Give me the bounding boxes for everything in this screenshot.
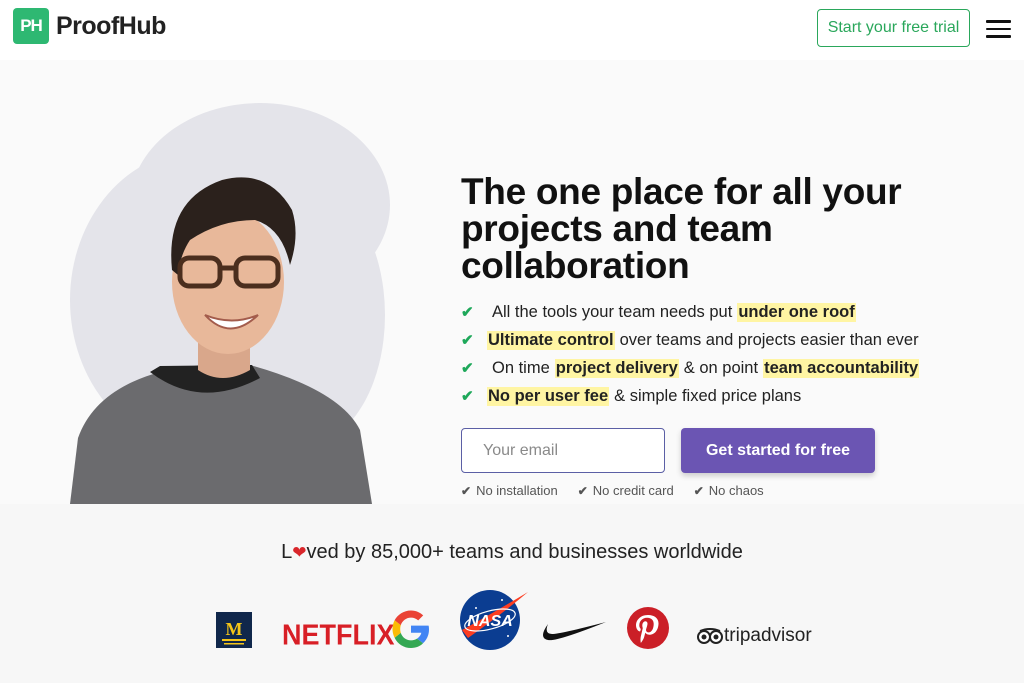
svg-text:NASA: NASA <box>467 613 512 630</box>
pinterest-logo <box>627 607 669 649</box>
note-item: ✔ No installation <box>461 483 558 498</box>
customer-logos: M NETFLIX NASA tripadvisor <box>0 584 1024 664</box>
logo-mark: PH <box>13 8 49 44</box>
customers-title: L❤ved by 85,000+ teams and businesses wo… <box>281 541 743 563</box>
nike-logo <box>543 622 606 641</box>
nasa-logo: NASA <box>460 590 528 650</box>
note-item: ✔ No credit card <box>577 483 674 498</box>
check-icon: ✔ <box>461 483 472 498</box>
check-icon: ✔ <box>693 483 704 498</box>
svg-text:M: M <box>226 619 243 639</box>
logo-text: ProofHub <box>56 11 166 40</box>
check-icon: ✔ <box>461 388 474 405</box>
feature-item: ✔ Ultimate control over teams and projec… <box>461 330 919 350</box>
check-icon: ✔ <box>461 332 474 349</box>
heart-icon: ❤ <box>292 543 307 562</box>
email-input[interactable] <box>461 428 665 473</box>
feature-item: ✔ No per user fee & simple fixed price p… <box>461 386 802 406</box>
netflix-logo: NETFLIX <box>282 619 395 651</box>
signup-notes: ✔ No installation ✔ No credit card ✔ No … <box>461 483 784 498</box>
customers-section: L❤ved by 85,000+ teams and businesses wo… <box>0 504 1024 683</box>
get-started-button[interactable]: Get started for free <box>681 428 875 473</box>
hero-headline: The one place for all your projects and … <box>461 171 902 286</box>
hamburger-menu-icon[interactable] <box>986 20 1011 38</box>
highlighted-text: No per user fee <box>487 386 610 406</box>
site-header: PH ProofHub Start your free trial <box>0 0 1024 60</box>
google-logo <box>392 610 429 648</box>
check-icon: ✔ <box>577 483 588 498</box>
note-item: ✔ No chaos <box>693 483 764 498</box>
feature-item: ✔ All the tools your team needs put unde… <box>461 302 856 322</box>
tripadvisor-logo: tripadvisor <box>697 625 812 647</box>
hero-person-image <box>70 103 390 504</box>
hero-section: The one place for all your projects and … <box>0 60 1024 504</box>
check-icon: ✔ <box>461 360 474 377</box>
check-icon: ✔ <box>461 304 474 321</box>
feature-item: ✔ On time project delivery & on point te… <box>461 358 920 378</box>
highlighted-text: team accountability <box>763 358 920 378</box>
proofhub-logo[interactable]: PH ProofHub <box>13 8 166 44</box>
highlighted-text: under one roof <box>737 302 856 322</box>
highlighted-text: Ultimate control <box>487 330 615 350</box>
start-free-trial-button[interactable]: Start your free trial <box>817 9 970 47</box>
michigan-logo: M <box>216 612 252 648</box>
highlighted-text: project delivery <box>554 358 679 378</box>
owl-icon <box>697 628 723 644</box>
feature-list: ✔ All the tools your team needs put unde… <box>461 298 920 410</box>
